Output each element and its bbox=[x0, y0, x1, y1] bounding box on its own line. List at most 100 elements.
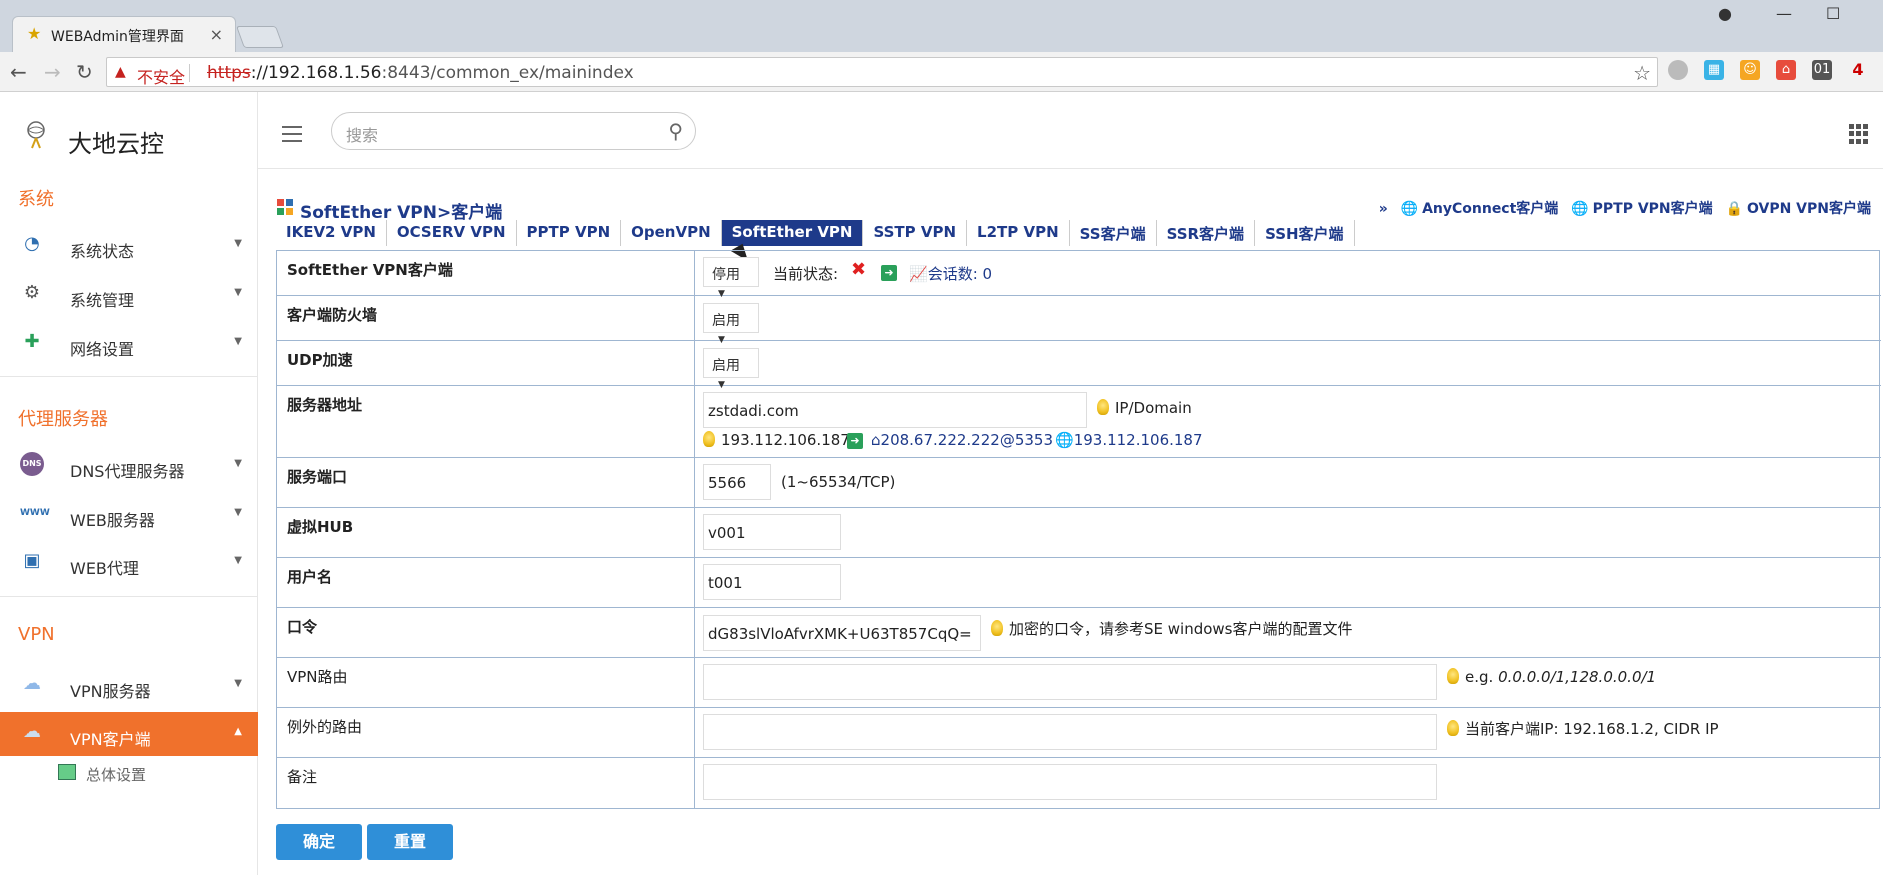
row-label: 用户名 bbox=[277, 558, 695, 607]
tab-l2tp[interactable]: L2TP VPN bbox=[967, 220, 1070, 246]
link-ovpn[interactable]: 🔒 OVPN VPN客户端 bbox=[1722, 201, 1871, 217]
new-tab-button[interactable] bbox=[235, 26, 285, 48]
remark-input[interactable] bbox=[703, 764, 1437, 800]
row-value: zstdadi.com IP/Domain 193.112.106.187 ➜ … bbox=[703, 386, 1873, 457]
tab-ssr-client[interactable]: SSR客户端 bbox=[1157, 220, 1256, 246]
firewall-select[interactable]: 启用▼ bbox=[703, 303, 759, 345]
reload-icon[interactable]: ↻ bbox=[76, 60, 93, 84]
sidebar-item-web-server[interactable]: WWW WEB服务器 ▼ bbox=[0, 493, 258, 537]
server-address-input[interactable]: zstdadi.com bbox=[703, 392, 1087, 428]
port-input[interactable]: 5566 bbox=[703, 464, 771, 500]
geo-ip-link[interactable]: 🌐193.112.106.187 bbox=[1055, 431, 1203, 449]
apps-grid-icon[interactable] bbox=[1849, 124, 1869, 144]
minimize-icon[interactable]: — bbox=[1776, 4, 1792, 23]
row-label: 备注 bbox=[277, 758, 695, 808]
sidebar-item-network[interactable]: ✚ 网络设置 ▼ bbox=[0, 322, 258, 366]
tab-close-icon[interactable]: × bbox=[210, 25, 223, 44]
reset-button[interactable]: 重置 bbox=[367, 824, 453, 860]
row-except-route: 例外的路由 当前客户端IP: 192.168.1.2, CIDR IP bbox=[277, 708, 1881, 758]
hub-input[interactable]: v001 bbox=[703, 514, 841, 550]
row-value: v001 bbox=[703, 508, 1873, 557]
port-hint: (1~65534/TCP) bbox=[781, 473, 896, 491]
softether-logo-icon bbox=[277, 199, 293, 215]
browser-tab[interactable]: ★ WEBAdmin管理界面 × bbox=[12, 16, 236, 52]
username-input[interactable]: t001 bbox=[703, 564, 841, 600]
route-hint-example: 0.0.0.0/1,128.0.0.0/1 bbox=[1498, 668, 1657, 686]
row-label: VPN路由 bbox=[277, 658, 695, 707]
link-anyconnect[interactable]: 🌐 AnyConnect客户端 bbox=[1397, 201, 1559, 217]
status-stopped-icon: ✖ bbox=[851, 259, 867, 280]
links-prefix: » bbox=[1378, 201, 1388, 217]
vpn-tabs: IKEV2 VPN OCSERV VPN PPTP VPN OpenVPN So… bbox=[276, 220, 1355, 246]
url-text[interactable]: https://192.168.1.56:8443/common_ex/main… bbox=[207, 63, 634, 83]
tab-sstp[interactable]: SSTP VPN bbox=[863, 220, 968, 246]
extension-01-icon[interactable]: 01 bbox=[1812, 60, 1832, 80]
password-input[interactable]: dG83slVloAfvrXMK+U63T857CqQ= bbox=[703, 615, 981, 651]
app-logo-text: 大地云控 bbox=[68, 130, 164, 158]
resolve-arrow-icon[interactable]: ➜ bbox=[847, 430, 863, 449]
tab-softether[interactable]: SoftEther VPN bbox=[721, 220, 864, 246]
maximize-icon[interactable]: ☐ bbox=[1826, 4, 1840, 23]
settings-form: SoftEther VPN客户端 停用▼ 当前状态: ✖ ➜ 📈会话数: 0 客… bbox=[276, 250, 1881, 809]
udp-accel-select[interactable]: 启用▼ bbox=[703, 348, 759, 390]
search-input[interactable]: 搜索 ⚲ bbox=[331, 112, 696, 150]
connect-arrow-icon[interactable]: ➜ bbox=[881, 262, 897, 281]
address-bar[interactable]: ▲ 不安全 https://192.168.1.56:8443/common_e… bbox=[106, 57, 1658, 87]
sidebar-item-vpn-server[interactable]: ☁ VPN服务器 ▼ bbox=[0, 664, 258, 708]
ok-button[interactable]: 确定 bbox=[276, 824, 362, 860]
sidebar-item-label: VPN服务器 bbox=[70, 682, 151, 701]
monitor-icon: ▣ bbox=[23, 550, 41, 571]
tab-pptp[interactable]: PPTP VPN bbox=[517, 220, 622, 246]
forward-icon[interactable]: → bbox=[44, 60, 61, 84]
geo-ip-text: 193.112.106.187 bbox=[1073, 431, 1203, 449]
menu-toggle-icon[interactable] bbox=[282, 126, 302, 142]
sidebar-item-label: 网络设置 bbox=[70, 340, 135, 359]
search-icon[interactable]: ⚲ bbox=[668, 119, 683, 143]
row-label: 例外的路由 bbox=[277, 708, 695, 757]
row-client: SoftEther VPN客户端 停用▼ 当前状态: ✖ ➜ 📈会话数: 0 bbox=[277, 251, 1881, 299]
bulb-icon bbox=[1447, 720, 1459, 736]
row-value: 5566 (1~65534/TCP) bbox=[703, 458, 1873, 507]
back-icon[interactable]: ← bbox=[10, 60, 27, 84]
caret-down-icon: ▼ bbox=[234, 678, 242, 689]
link-pptp[interactable]: 🌐 PPTP VPN客户端 bbox=[1567, 201, 1712, 217]
tab-ssh-client[interactable]: SSH客户端 bbox=[1255, 220, 1355, 246]
row-value: 当前客户端IP: 192.168.1.2, CIDR IP bbox=[703, 708, 1873, 757]
bookmark-star-icon[interactable]: ☆ bbox=[1633, 61, 1651, 85]
row-label: 虚拟HUB bbox=[277, 508, 695, 557]
anyconnect-icon: 🌐 bbox=[1400, 201, 1419, 217]
sidebar-item-vpn-client[interactable]: ☁ VPN客户端 ▲ bbox=[0, 712, 258, 756]
sidebar-item-label: VPN客户端 bbox=[70, 730, 151, 749]
tab-ikev2[interactable]: IKEV2 VPN bbox=[276, 220, 387, 246]
vpn-route-input[interactable] bbox=[703, 664, 1437, 700]
sidebar-item-dns-proxy[interactable]: DNS DNS代理服务器 ▼ bbox=[0, 444, 258, 488]
extension-4-icon[interactable]: 4 bbox=[1848, 60, 1868, 80]
warning-icon: ▲ bbox=[115, 64, 126, 80]
row-hub: 虚拟HUB v001 bbox=[277, 508, 1881, 558]
browser-toolbar: ← → ↻ ▲ 不安全 https://192.168.1.56:8443/co… bbox=[0, 52, 1883, 92]
sidebar-item-system-status[interactable]: ◔ 系统状态 ▼ bbox=[0, 224, 258, 268]
except-route-input[interactable] bbox=[703, 714, 1437, 750]
tab-ocserv[interactable]: OCSERV VPN bbox=[387, 220, 517, 246]
cloud-icon: ☁ bbox=[23, 673, 41, 694]
extension-home-icon[interactable]: ⌂ bbox=[1776, 60, 1796, 80]
route-hint: e.g. 0.0.0.0/1,128.0.0.0/1 bbox=[1447, 668, 1656, 686]
globe-icon: 🌐 bbox=[1055, 431, 1074, 449]
extension-face-icon[interactable]: ☺ bbox=[1740, 60, 1760, 80]
resolved-ip-text: 193.112.106.187 bbox=[721, 431, 850, 449]
client-enable-select[interactable]: 停用▼ bbox=[703, 257, 759, 299]
dns-server-link[interactable]: ⌂208.67.222.222@5353 bbox=[871, 431, 1053, 449]
sidebar-item-web-proxy[interactable]: ▣ WEB代理 ▼ bbox=[0, 541, 258, 585]
row-server: 服务器地址 zstdadi.com IP/Domain 193.112.106.… bbox=[277, 386, 1881, 458]
row-label: 服务器地址 bbox=[277, 386, 695, 457]
profile-icon[interactable]: ● bbox=[1718, 4, 1732, 23]
row-value: e.g. 0.0.0.0/1,128.0.0.0/1 bbox=[703, 658, 1873, 707]
extension-circle-icon[interactable] bbox=[1668, 60, 1688, 80]
row-port: 服务端口 5566 (1~65534/TCP) bbox=[277, 458, 1881, 508]
sessions-link[interactable]: 📈会话数: 0 bbox=[909, 263, 992, 284]
extension-grid-icon[interactable]: ▦ bbox=[1704, 60, 1724, 80]
row-label: SoftEther VPN客户端 bbox=[277, 251, 695, 295]
sidebar-item-system-management[interactable]: ⚙ 系统管理 ▼ bbox=[0, 273, 258, 317]
tab-openvpn[interactable]: OpenVPN bbox=[621, 220, 722, 246]
tab-ss-client[interactable]: SS客户端 bbox=[1070, 220, 1157, 246]
